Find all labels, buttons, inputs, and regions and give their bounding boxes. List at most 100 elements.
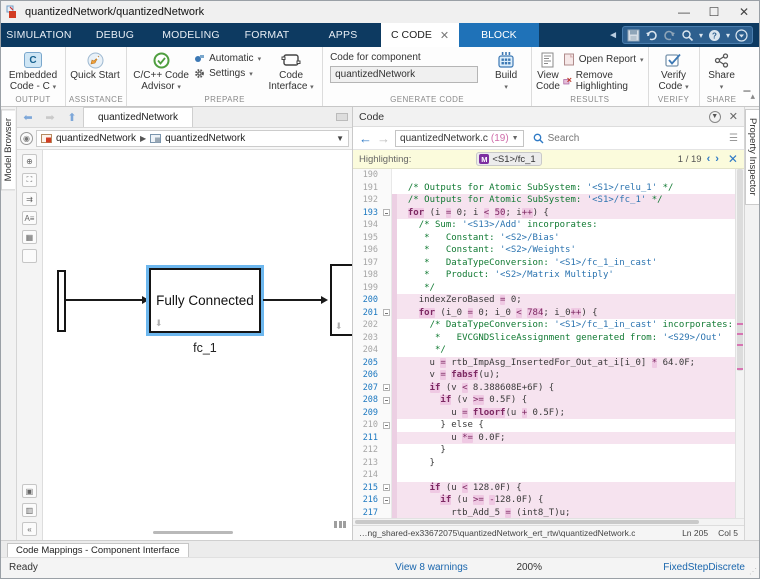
code-line[interactable]: 213 } — [353, 457, 735, 470]
help-dropdown-icon[interactable]: ▾ — [726, 31, 730, 40]
code-line[interactable]: 216 if (u >= -128.0F) { — [353, 494, 735, 507]
tab-c-code[interactable]: C CODE ✕ — [381, 23, 459, 47]
property-inspector-tab[interactable]: Property Inspector — [745, 109, 759, 205]
editor-tab[interactable]: quantizedNetwork — [83, 107, 193, 127]
code-editor[interactable]: 190191 /* Outputs for Atomic SubSystem: … — [353, 169, 735, 518]
code-line[interactable]: 192 /* Outputs for Atomic SubSystem: '<S… — [353, 194, 735, 207]
code-back-icon[interactable]: ← — [359, 131, 372, 146]
verify-code-button[interactable]: Verify Code ▾ — [652, 49, 696, 93]
solver-name[interactable]: FixedStepDiscrete — [663, 562, 745, 573]
share-button[interactable]: Share▾ — [703, 49, 741, 93]
breadcrumb-options-icon[interactable]: ◉ — [20, 132, 33, 145]
settings-button[interactable]: Settings ▾ — [194, 68, 261, 79]
fold-icon[interactable] — [383, 497, 390, 504]
fold-icon[interactable] — [383, 384, 390, 391]
code-line[interactable]: 210 } else { — [353, 419, 735, 432]
redo-icon[interactable] — [663, 29, 676, 42]
embedded-code-button[interactable]: C Embedded Code - C ▾ — [4, 49, 62, 93]
view-warnings-link[interactable]: View 8 warnings — [395, 562, 468, 573]
upstream-block[interactable] — [57, 270, 66, 332]
collapse-toolstrip-icon[interactable]: ▔▴ — [744, 91, 755, 102]
open-report-button[interactable]: Open Report ▾ — [563, 53, 645, 66]
tab-modeling[interactable]: MODELING — [153, 23, 229, 47]
build-button[interactable]: Build▾ — [484, 49, 528, 93]
code-line[interactable]: 201 for (i_0 = 0; i_0 < 784; i_0++) { — [353, 307, 735, 320]
route-signals-icon[interactable]: ⇉ — [22, 192, 37, 206]
code-vscrollbar[interactable] — [735, 169, 744, 518]
annotation-icon[interactable]: A≡ — [22, 211, 37, 225]
pane-close-icon[interactable]: ✕ — [729, 110, 738, 123]
close-button[interactable]: ✕ — [729, 1, 759, 23]
search-input[interactable] — [548, 133, 720, 144]
code-line[interactable]: 195 * Constant: '<S2>/Bias' — [353, 232, 735, 245]
code-line[interactable]: 211 u *= 0.0F; — [353, 432, 735, 445]
signal-wire[interactable] — [263, 299, 323, 301]
collapse-palette-icon[interactable]: « — [22, 522, 37, 536]
zoom-in-icon[interactable]: ⊕ — [22, 154, 37, 168]
signal-wire[interactable] — [66, 299, 144, 301]
search-dropdown-icon[interactable]: ▾ — [699, 31, 703, 40]
highlight-badge[interactable]: M <S1>/fc_1 — [476, 152, 541, 166]
prev-highlight-icon[interactable]: ‹ — [707, 153, 711, 165]
tab-simulation[interactable]: SIMULATION — [1, 23, 77, 47]
back-icon[interactable]: ⬅ — [17, 107, 39, 127]
undo-icon[interactable] — [645, 29, 658, 42]
code-line[interactable]: 214 — [353, 469, 735, 482]
fully-connected-block[interactable]: Fully Connected ⬇ — [149, 268, 261, 333]
code-line[interactable]: 215 if (u < 128.0F) { — [353, 482, 735, 495]
next-highlight-icon[interactable]: › — [715, 153, 719, 165]
code-line[interactable]: 197 * DataTypeConversion: '<S1>/fc_1_in_… — [353, 257, 735, 270]
code-advisor-button[interactable]: C/C++ Code Advisor ▾ — [130, 49, 192, 93]
pane-options-icon[interactable]: ☰ — [729, 137, 738, 140]
maximize-button[interactable]: ☐ — [699, 1, 729, 23]
code-search[interactable] — [529, 130, 724, 147]
code-line[interactable]: 190 — [353, 169, 735, 182]
code-line[interactable]: 191 /* Outputs for Atomic SubSystem: '<S… — [353, 182, 735, 195]
model-canvas[interactable]: Fully Connected ⬇ fc_1 ⬇ — [43, 150, 352, 540]
clear-highlight-icon[interactable]: ✕ — [728, 152, 738, 166]
code-line[interactable]: 207 if (v < 8.388608E+6F) { — [353, 382, 735, 395]
fold-icon[interactable] — [383, 397, 390, 404]
code-mappings-tab[interactable]: Code Mappings - Component Interface — [7, 543, 189, 557]
dock-icon[interactable] — [336, 113, 348, 121]
quick-start-button[interactable]: Quick Start — [69, 49, 121, 81]
automatic-button[interactable]: Automatic ▾ — [194, 53, 261, 64]
forward-icon[interactable]: ➡ — [39, 107, 61, 127]
tab-format[interactable]: FORMAT — [229, 23, 305, 47]
breadcrumb-item[interactable]: quantizedNetwork — [165, 133, 245, 144]
code-line[interactable]: 193 for (i = 0; i < 50; i++) { — [353, 207, 735, 220]
block-overlay-icon[interactable]: ▥ — [22, 503, 37, 517]
tab-apps[interactable]: APPS — [305, 23, 381, 47]
code-line[interactable]: 203 * EVCGNDSliceAssignment generated fr… — [353, 332, 735, 345]
breadcrumb-item[interactable]: quantizedNetwork — [56, 133, 136, 144]
code-line[interactable]: 199 */ — [353, 282, 735, 295]
code-line[interactable]: 194 /* Sum: '<S13>/Add' incorporates: — [353, 219, 735, 232]
code-line[interactable]: 198 * Product: '<S2>/Matrix Multiply' — [353, 269, 735, 282]
view-code-button[interactable]: View Code — [535, 49, 561, 92]
resize-grip-icon[interactable]: ⋰ — [749, 567, 757, 576]
canvas-resize-grip[interactable] — [334, 521, 346, 528]
code-line[interactable]: 209 u = floorf(u + 0.5F); — [353, 407, 735, 420]
code-line[interactable]: 208 if (v >= 0.5F) { — [353, 394, 735, 407]
blank-area-icon[interactable] — [22, 249, 37, 263]
tab-close-icon[interactable]: ✕ — [440, 29, 449, 42]
subsystem-image-icon[interactable]: ▦ — [22, 230, 37, 244]
minimize-button[interactable]: — — [669, 1, 699, 23]
code-line[interactable]: 204 */ — [353, 344, 735, 357]
fold-icon[interactable] — [383, 309, 390, 316]
breadcrumb-dropdown-icon[interactable]: ▼ — [336, 134, 344, 143]
fit-to-view-icon[interactable]: ⛶ — [22, 173, 37, 187]
minimize-toolstrip-icon[interactable] — [735, 29, 748, 42]
fold-icon[interactable] — [383, 209, 390, 216]
help-icon[interactable]: ? — [708, 29, 721, 42]
canvas-scrollbar[interactable] — [153, 531, 233, 534]
tab-block[interactable]: BLOCK — [459, 23, 539, 47]
code-line[interactable]: 202 /* DataTypeConversion: '<S1>/fc_1_in… — [353, 319, 735, 332]
code-interface-button[interactable]: Code Interface ▾ — [263, 49, 319, 93]
downstream-block[interactable]: ⬇ — [330, 264, 352, 336]
block-badge-icon[interactable]: ⬇ — [155, 319, 163, 328]
screenshot-icon[interactable]: ▣ — [22, 484, 37, 498]
remove-highlighting-button[interactable]: Remove Highlighting — [563, 70, 645, 92]
code-line[interactable]: 200 indexZeroBased = 0; — [353, 294, 735, 307]
code-line[interactable]: 212 } — [353, 444, 735, 457]
